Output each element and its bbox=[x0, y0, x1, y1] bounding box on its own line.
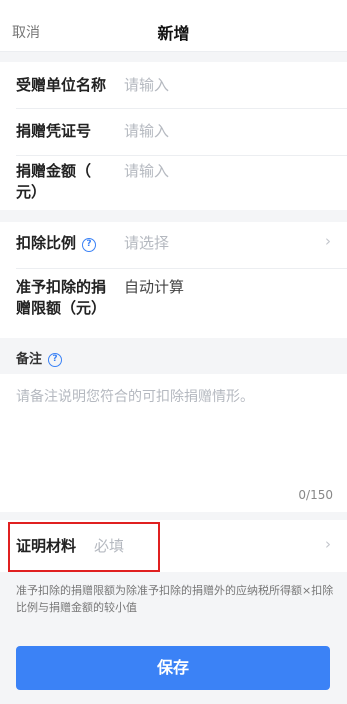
voucher-label: 捐赠凭证号 bbox=[16, 122, 92, 140]
limit-field: 准予扣除的捐 赠限额（元） 自动计算 bbox=[0, 269, 347, 338]
ratio-label: 扣除比例 bbox=[16, 234, 77, 252]
help-circle-icon[interactable]: ? bbox=[48, 353, 63, 367]
limit-label: 准予扣除的捐 赠限额（元） bbox=[16, 277, 106, 319]
ratio-label-wrap: 扣除比例? bbox=[16, 233, 97, 254]
amount-input[interactable]: 请输入 bbox=[124, 161, 169, 182]
remark-placeholder: 请备注说明您符合的可扣除捐赠情形。 bbox=[16, 389, 254, 405]
remark-header: 备注? bbox=[0, 338, 347, 374]
limit-value: 自动计算 bbox=[124, 278, 185, 296]
help-circle-icon[interactable]: ? bbox=[82, 238, 97, 252]
amount-label: 捐赠金额（ 元） bbox=[16, 161, 91, 203]
recipient-input[interactable]: 请输入 bbox=[124, 75, 169, 96]
amount-label-line1: 捐赠金额（ bbox=[16, 162, 92, 180]
nav-bar: 取消 新增 bbox=[0, 0, 347, 52]
amount-label-line2: 元） bbox=[16, 183, 47, 201]
highlight-box bbox=[8, 522, 160, 572]
hint-text: 准予扣除的捐赠限额为除准予扣除的捐赠外的应纳税所得额×扣除比例与捐赠金额的较小值 bbox=[16, 584, 334, 614]
recipient-label: 受赠单位名称 bbox=[16, 76, 107, 94]
remark-label-wrap: 备注? bbox=[16, 348, 63, 367]
ratio-select[interactable]: 请选择 bbox=[124, 233, 169, 254]
ratio-field[interactable]: 扣除比例? 请选择 › bbox=[0, 222, 347, 268]
limit-label-line2: 赠限额（元） bbox=[16, 299, 107, 317]
chevron-right-icon: › bbox=[325, 535, 331, 553]
limit-label-line1: 准予扣除的捐 bbox=[16, 278, 107, 296]
voucher-input[interactable]: 请输入 bbox=[124, 121, 169, 142]
amount-field[interactable]: 捐赠金额（ 元） 请输入 bbox=[0, 156, 347, 210]
voucher-field[interactable]: 捐赠凭证号 请输入 bbox=[0, 109, 347, 155]
chevron-right-icon: › bbox=[325, 232, 331, 250]
donation-info-card: 受赠单位名称 请输入 捐赠凭证号 请输入 捐赠金额（ 元） 请输入 bbox=[0, 62, 347, 210]
remark-textarea[interactable]: 请备注说明您符合的可扣除捐赠情形。 0/150 bbox=[0, 374, 347, 512]
page-title: 新增 bbox=[157, 24, 190, 43]
save-button[interactable]: 保存 bbox=[16, 646, 330, 690]
remark-label: 备注 bbox=[16, 352, 43, 367]
remark-char-count: 0/150 bbox=[298, 488, 333, 502]
recipient-field[interactable]: 受赠单位名称 请输入 bbox=[0, 62, 347, 108]
deduction-card: 扣除比例? 请选择 › 准予扣除的捐 赠限额（元） 自动计算 bbox=[0, 222, 347, 338]
